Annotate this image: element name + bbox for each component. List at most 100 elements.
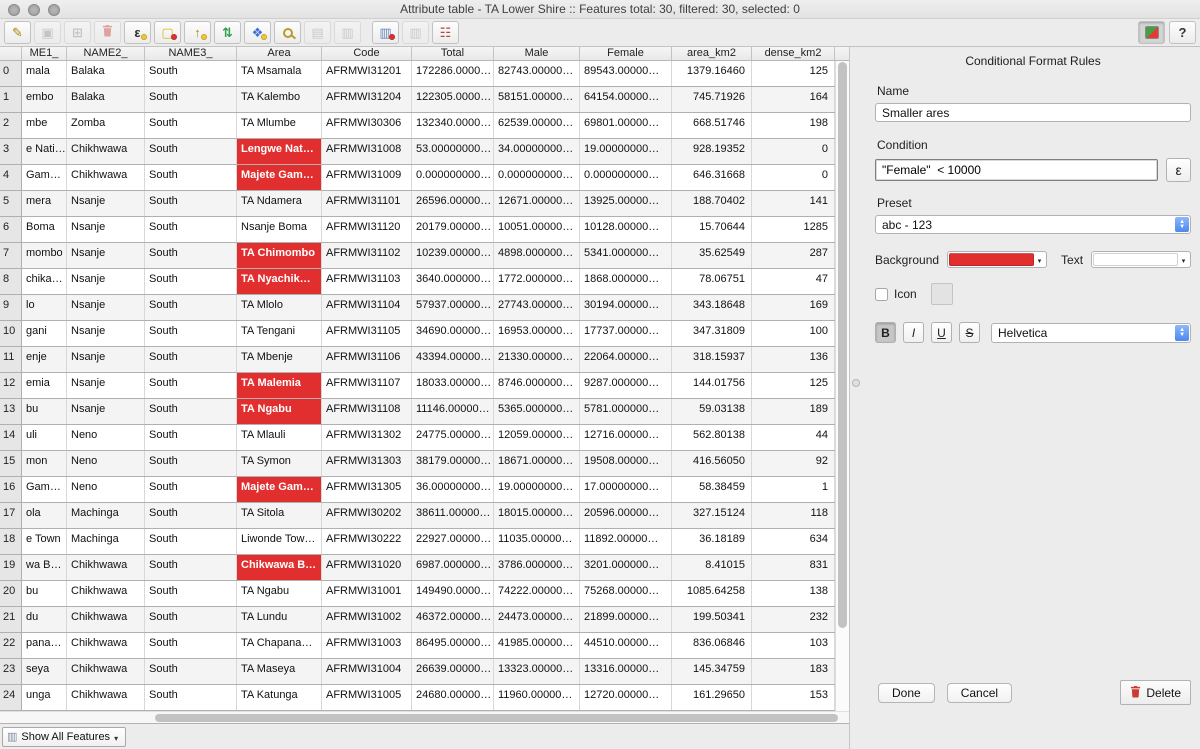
table-cell[interactable]: South [145,269,237,294]
table-cell[interactable]: TA Sitola [237,503,322,528]
table-cell[interactable]: 1868.000000… [580,269,672,294]
table-cell[interactable]: South [145,633,237,658]
table-cell[interactable]: 86495.00000… [412,633,494,658]
table-cell[interactable]: TA Kalembo [237,87,322,112]
row-number[interactable]: 11 [0,347,22,372]
table-cell[interactable]: 318.15937 [672,347,752,372]
save-edits-button[interactable]: ▣ [34,21,61,44]
table-cell[interactable]: South [145,425,237,450]
table-cell[interactable]: Lengwe Nat… [237,139,322,164]
table-cell[interactable]: Nsanje [67,295,145,320]
table-cell[interactable]: 59.03138 [672,399,752,424]
table-cell[interactable]: TA Maseya [237,659,322,684]
table-cell[interactable]: South [145,347,237,372]
table-cell[interactable]: Nsanje [67,399,145,424]
table-cell[interactable]: 44510.00000… [580,633,672,658]
table-cell[interactable]: mala [22,61,67,86]
table-cell[interactable]: Nsanje [67,217,145,242]
table-cell[interactable]: Chikhwawa [67,165,145,190]
table-cell[interactable]: 30194.00000… [580,295,672,320]
table-cell[interactable]: AFRMWI31305 [322,477,412,502]
table-cell[interactable]: South [145,61,237,86]
horizontal-scrollbar[interactable] [0,711,849,723]
row-number[interactable]: 8 [0,269,22,294]
row-number[interactable]: 10 [0,321,22,346]
table-cell[interactable]: 122305.0000… [412,87,494,112]
paste-features-button[interactable]: ▥ [334,21,361,44]
table-cell[interactable]: du [22,607,67,632]
table-cell[interactable]: 12720.00000… [580,685,672,710]
table-cell[interactable]: pana… [22,633,67,658]
table-cell[interactable]: TA Tengani [237,321,322,346]
table-cell[interactable]: AFRMWI31001 [322,581,412,606]
table-cell[interactable]: 92 [752,451,835,476]
table-cell[interactable]: Chikhwawa [67,633,145,658]
table-cell[interactable]: South [145,87,237,112]
table-cell[interactable]: TA Lundu [237,607,322,632]
column-header-male[interactable]: Male [494,47,580,60]
table-cell[interactable]: 11035.00000… [494,529,580,554]
new-column-button[interactable]: ▥ [402,21,429,44]
table-cell[interactable]: 11146.00000… [412,399,494,424]
table-cell[interactable]: 24473.00000… [494,607,580,632]
table-cell[interactable]: 18015.00000… [494,503,580,528]
table-cell[interactable]: 141 [752,191,835,216]
row-number[interactable]: 16 [0,477,22,502]
table-cell[interactable]: 1379.16460 [672,61,752,86]
table-cell[interactable]: Nsanje [67,373,145,398]
table-cell[interactable]: 24775.00000… [412,425,494,450]
row-number[interactable]: 19 [0,555,22,580]
table-cell[interactable]: bu [22,581,67,606]
table-cell[interactable]: South [145,685,237,710]
table-cell[interactable]: 1085.64258 [672,581,752,606]
table-cell[interactable]: 100 [752,321,835,346]
table-cell[interactable]: 10239.00000… [412,243,494,268]
table-cell[interactable]: 199.50341 [672,607,752,632]
column-header-code[interactable]: Code [322,47,412,60]
table-cell[interactable]: 36.00000000… [412,477,494,502]
table-cell[interactable]: 9287.000000… [580,373,672,398]
table-cell[interactable]: 19.00000000… [494,477,580,502]
row-number[interactable]: 0 [0,61,22,86]
column-header-total[interactable]: Total [412,47,494,60]
table-cell[interactable]: Nsanje [67,243,145,268]
table-cell[interactable]: South [145,529,237,554]
table-cell[interactable]: 58.38459 [672,477,752,502]
row-number[interactable]: 21 [0,607,22,632]
underline-button[interactable]: U [931,322,952,343]
table-cell[interactable]: AFRMWI31005 [322,685,412,710]
table-cell[interactable]: Chikhwawa [67,659,145,684]
table-cell[interactable]: South [145,503,237,528]
text-color-button[interactable]: ▾ [1091,251,1191,268]
table-cell[interactable]: 12059.00000… [494,425,580,450]
table-cell[interactable]: e Nati… [22,139,67,164]
table-cell[interactable]: AFRMWI31003 [322,633,412,658]
table-cell[interactable]: 416.56050 [672,451,752,476]
table-cell[interactable]: Nsanje [67,347,145,372]
table-cell[interactable]: Balaka [67,87,145,112]
expression-builder-button[interactable]: ε [1166,158,1191,182]
table-cell[interactable]: 172286.0000… [412,61,494,86]
table-cell[interactable]: 6987.000000… [412,555,494,580]
table-cell[interactable]: 78.06751 [672,269,752,294]
table-cell[interactable]: 69801.00000… [580,113,672,138]
table-cell[interactable]: 74222.00000… [494,581,580,606]
table-cell[interactable]: 103 [752,633,835,658]
table-cell[interactable]: 13925.00000… [580,191,672,216]
row-number[interactable]: 5 [0,191,22,216]
table-cell[interactable]: TA Mlolo [237,295,322,320]
table-cell[interactable]: 47 [752,269,835,294]
table-cell[interactable]: 164 [752,87,835,112]
table-cell[interactable]: South [145,399,237,424]
table-cell[interactable]: 0.000000000… [412,165,494,190]
column-header-name3-[interactable]: NAME3_ [145,47,237,60]
table-cell[interactable]: AFRMWI31004 [322,659,412,684]
table-cell[interactable]: 287 [752,243,835,268]
row-number[interactable]: 3 [0,139,22,164]
field-calculator-button[interactable]: ☷ [432,21,459,44]
row-number[interactable]: 9 [0,295,22,320]
table-cell[interactable]: ola [22,503,67,528]
table-cell[interactable]: Chikhwawa [67,607,145,632]
table-cell[interactable]: 18671.00000… [494,451,580,476]
italic-button[interactable]: I [903,322,924,343]
